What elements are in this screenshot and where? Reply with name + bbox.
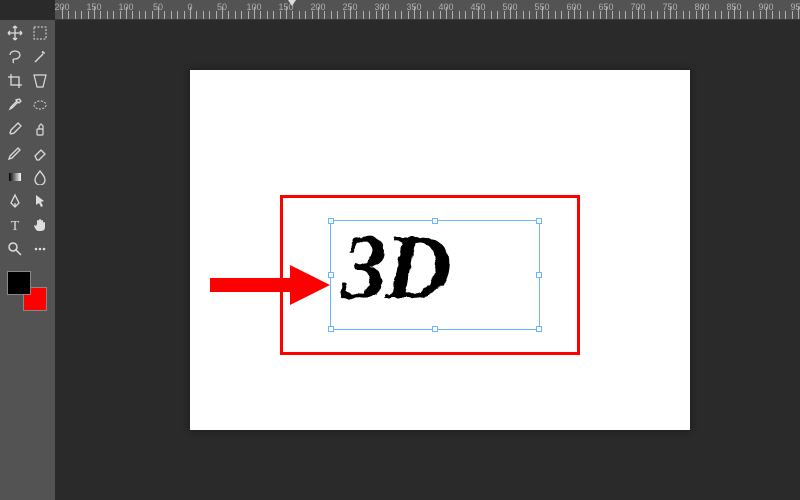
bbox-handle[interactable] — [536, 218, 542, 224]
ruler-tick-label: 400 — [438, 2, 453, 12]
tool-panel: T — [0, 20, 55, 500]
ruler-tick-label: 650 — [598, 2, 613, 12]
ruler-tick-label: 450 — [470, 2, 485, 12]
tool-brush[interactable] — [3, 119, 27, 141]
bbox-handle[interactable] — [432, 326, 438, 332]
ruler-tick-label: 500 — [502, 2, 517, 12]
ruler-tick-label: 100 — [118, 2, 133, 12]
tool-zoom[interactable] — [3, 239, 27, 261]
brush-icon — [7, 121, 23, 140]
bbox-handle[interactable] — [328, 218, 334, 224]
gradient-icon — [7, 169, 23, 188]
ruler-tick-label: 100 — [246, 2, 261, 12]
crop-icon — [7, 73, 23, 92]
more-icon — [32, 241, 48, 260]
ruler-position-marker — [288, 0, 296, 6]
ruler-tick-label: 550 — [534, 2, 549, 12]
ruler-tick-label: 850 — [726, 2, 741, 12]
ruler-tick-label: 750 — [662, 2, 677, 12]
tool-pointer[interactable] — [29, 191, 53, 213]
tool-clone[interactable] — [29, 119, 53, 141]
hand-icon — [32, 217, 48, 236]
bbox-handle[interactable] — [328, 272, 334, 278]
tool-crop[interactable] — [3, 71, 27, 93]
pointer-icon — [32, 193, 48, 212]
ruler-tick-label: 950 — [790, 2, 800, 12]
ruler-tick-label: 250 — [342, 2, 357, 12]
tool-gradient[interactable] — [3, 167, 27, 189]
color-swatches[interactable] — [7, 271, 47, 311]
ruler-tick-label: 200 — [55, 2, 70, 12]
tool-lasso[interactable] — [3, 47, 27, 69]
selection-rect-icon — [32, 25, 48, 44]
horizontal-ruler: 2001501005005010015020025030035040045050… — [55, 0, 800, 20]
tool-magic-wand[interactable] — [29, 47, 53, 69]
tool-text[interactable]: T — [3, 215, 27, 237]
foreground-color-swatch[interactable] — [7, 271, 31, 295]
tool-marquee-oval[interactable] — [29, 95, 53, 117]
ruler-tick-label: 800 — [694, 2, 709, 12]
magic-wand-icon — [32, 49, 48, 68]
ruler-tick-label: 900 — [758, 2, 773, 12]
perspective-icon — [32, 73, 48, 92]
bbox-handle[interactable] — [328, 326, 334, 332]
canvas-text-layer[interactable]: 3D — [340, 220, 448, 312]
ruler-tick-label: 0 — [187, 2, 192, 12]
tool-pen[interactable] — [3, 191, 27, 213]
ruler-tick-label: 700 — [630, 2, 645, 12]
eraser-icon — [32, 145, 48, 164]
canvas-viewport: 3D — [55, 20, 800, 500]
ruler-tick-label: 50 — [153, 2, 163, 12]
canvas-document[interactable]: 3D — [190, 70, 690, 430]
ruler-tick-label: 150 — [86, 2, 101, 12]
move-icon — [7, 25, 23, 44]
annotation-arrow — [210, 265, 330, 305]
tool-blur[interactable] — [29, 167, 53, 189]
svg-text:T: T — [10, 219, 19, 233]
clone-icon — [32, 121, 48, 140]
tool-eyedropper[interactable] — [3, 95, 27, 117]
ruler-tick-label: 50 — [217, 2, 227, 12]
tool-hand[interactable] — [29, 215, 53, 237]
bbox-handle[interactable] — [536, 272, 542, 278]
text-icon: T — [7, 217, 23, 236]
ruler-tick-label: 200 — [310, 2, 325, 12]
bbox-handle[interactable] — [536, 326, 542, 332]
marquee-oval-icon — [32, 97, 48, 116]
tool-pencil[interactable] — [3, 143, 27, 165]
lasso-icon — [7, 49, 23, 68]
tool-move[interactable] — [3, 23, 27, 45]
tool-more[interactable] — [29, 239, 53, 261]
tool-selection-rect[interactable] — [29, 23, 53, 45]
ruler-tick-label: 350 — [406, 2, 421, 12]
eyedropper-icon — [7, 97, 23, 116]
zoom-icon — [7, 241, 23, 260]
pencil-icon — [7, 145, 23, 164]
blur-icon — [32, 169, 48, 188]
pen-icon — [7, 193, 23, 212]
tool-perspective[interactable] — [29, 71, 53, 93]
ruler-tick-label: 300 — [374, 2, 389, 12]
ruler-tick-label: 600 — [566, 2, 581, 12]
tool-eraser[interactable] — [29, 143, 53, 165]
